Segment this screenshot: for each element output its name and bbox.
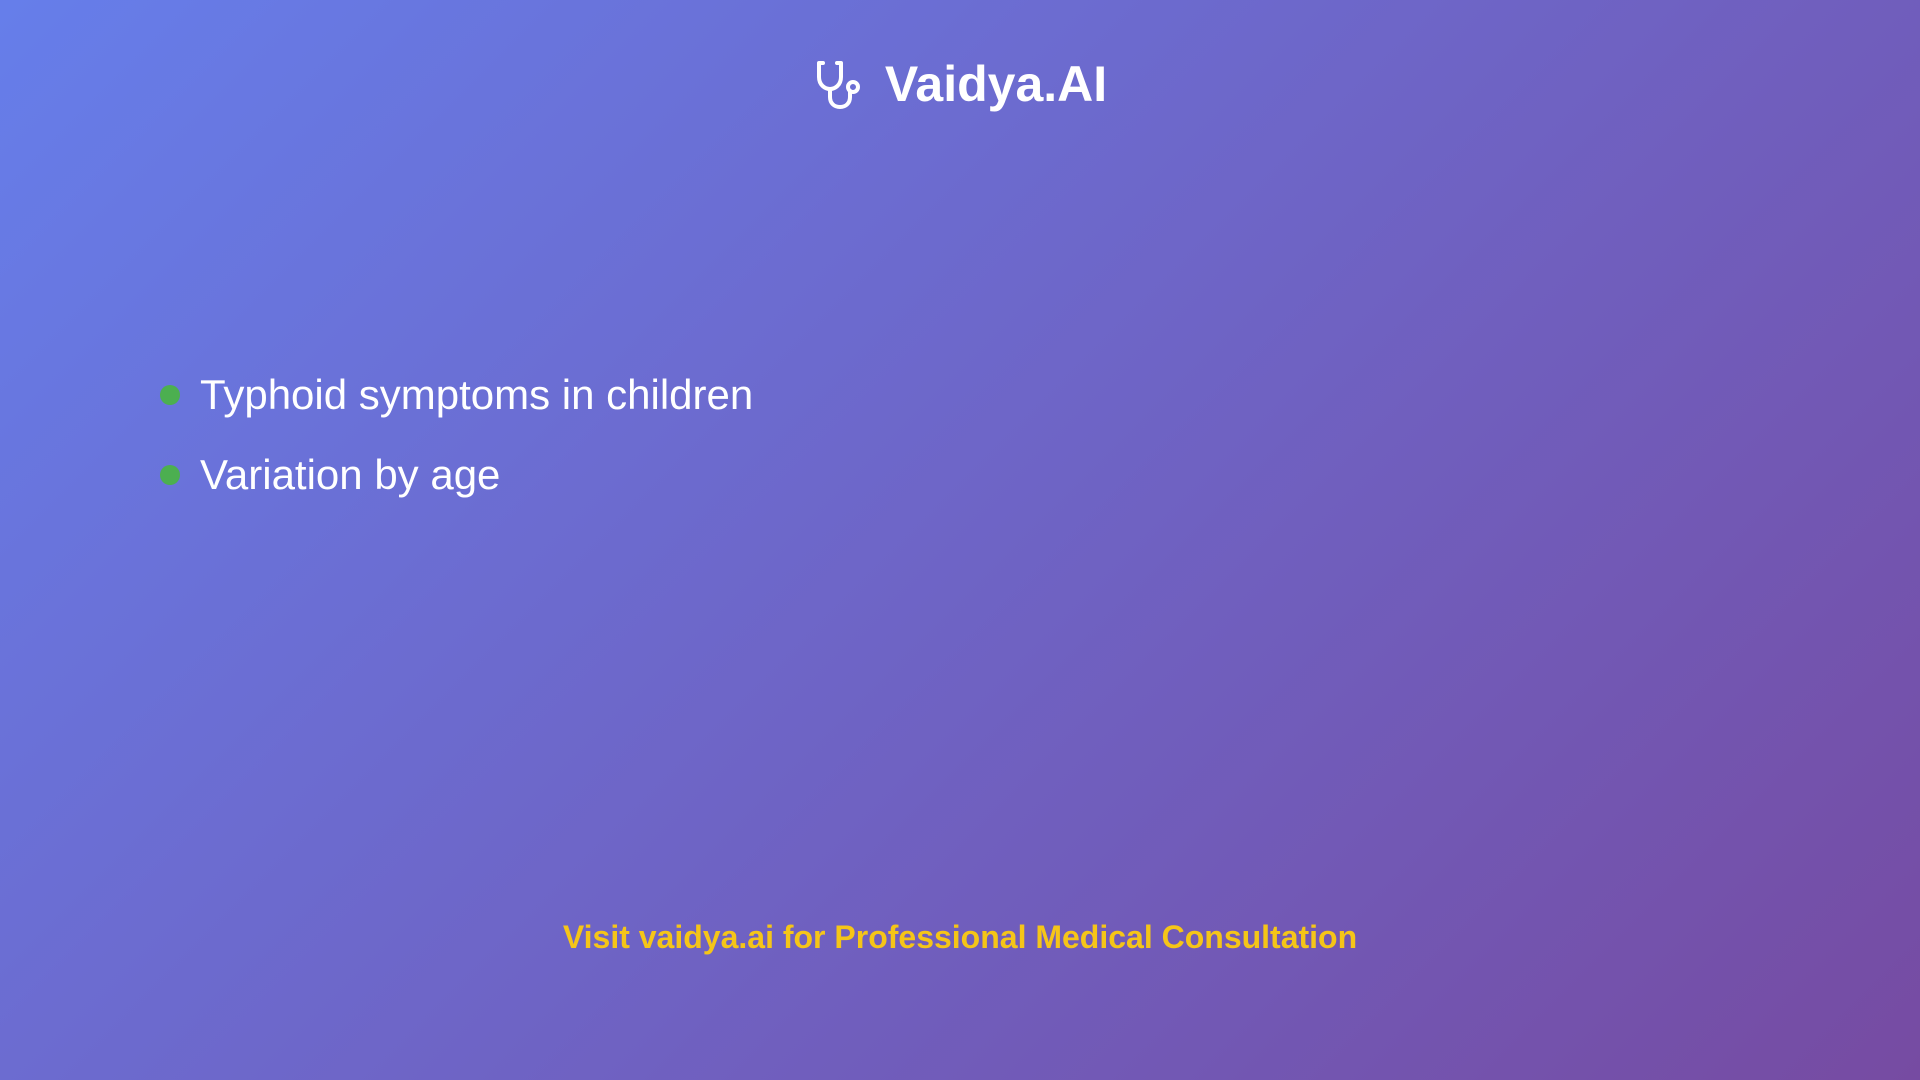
bullet-list: Typhoid symptoms in children Variation b… <box>160 355 753 515</box>
bullet-item: Variation by age <box>160 435 753 515</box>
brand-title: Vaidya.AI <box>884 56 1108 112</box>
brand-header: Vaidya.AI <box>0 56 1920 112</box>
bullet-dot-icon <box>160 465 180 485</box>
bullet-dot-icon <box>160 385 180 405</box>
bullet-text: Typhoid symptoms in children <box>200 371 754 418</box>
stethoscope-icon <box>813 57 867 111</box>
bullet-item: Typhoid symptoms in children <box>160 355 753 435</box>
bullet-text: Variation by age <box>200 451 501 498</box>
footer-cta: Visit vaidya.ai for Professional Medical… <box>562 919 1358 955</box>
